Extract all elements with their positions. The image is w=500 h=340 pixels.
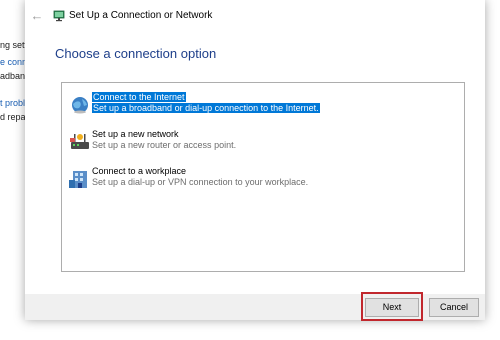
option-description: Set up a dial-up or VPN connection to yo… [92,177,309,187]
option-description: Set up a new router or access point. [92,140,237,150]
option-title: Set up a new network [92,129,179,139]
workplace-icon [69,171,87,188]
page-heading: Choose a connection option [55,46,217,61]
option-new-network[interactable]: Set up a new network Set up a new router… [68,128,462,160]
background-text: ng sett [0,40,28,50]
option-title: Connect to the Internet [92,92,186,102]
option-connect-workplace[interactable]: Connect to a workplace Set up a dial-up … [68,165,462,197]
network-setup-icon [53,10,65,22]
cancel-button[interactable]: Cancel [429,298,479,317]
next-button-highlight [361,292,423,321]
background-text: d repa [0,112,26,122]
setup-connection-dialog: ← Set Up a Connection or Network Choose … [25,0,485,321]
router-icon [70,134,89,149]
title-bar: ← Set Up a Connection or Network [25,0,485,32]
back-arrow-icon[interactable]: ← [30,9,44,23]
connection-options-list: Connect to the Internet Set up a broadba… [61,82,465,272]
globe-icon [72,97,88,114]
option-description: Set up a broadband or dial-up connection… [92,103,320,113]
option-connect-internet[interactable]: Connect to the Internet Set up a broadba… [68,91,462,123]
background-link[interactable]: e conn [0,57,27,67]
option-title: Connect to a workplace [92,166,187,176]
background-link[interactable]: t probl [0,98,25,108]
dialog-title: Set Up a Connection or Network [69,10,213,21]
